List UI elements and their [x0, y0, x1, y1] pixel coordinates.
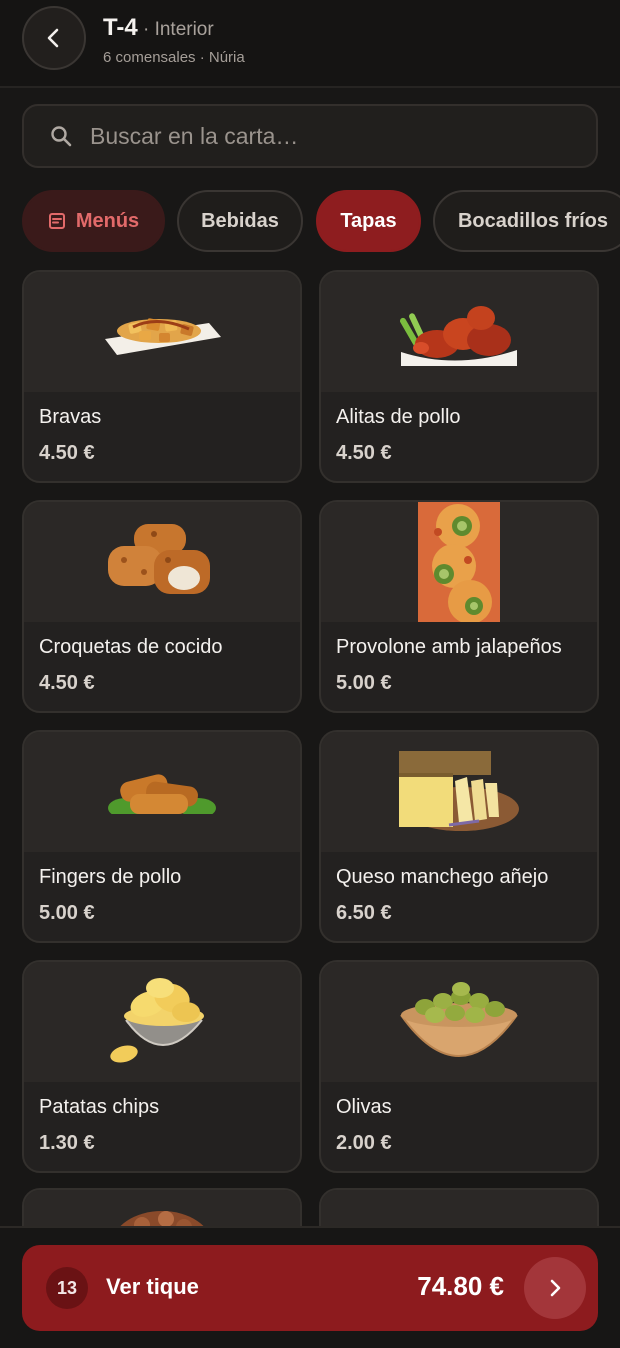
product-card[interactable]: Croquetas de cocido 4.50 € [22, 500, 302, 713]
olives-image [321, 962, 597, 1082]
cheese-image [321, 732, 597, 852]
product-name: Alitas de pollo [336, 406, 461, 428]
product-price: 4.50 € [39, 442, 95, 464]
bravas-image [24, 272, 300, 392]
chevron-right-icon [550, 1279, 561, 1297]
view-ticket-button[interactable]: 13 Ver tique 74.80 € [22, 1245, 598, 1331]
product-card[interactable]: Queso manchego añejo 6.50 € [319, 730, 599, 943]
meat-image [24, 1190, 300, 1226]
product-name: Patatas chips [39, 1096, 160, 1118]
bottom-bar: 13 Ver tique 74.80 € [0, 1226, 620, 1348]
product-price: 5.00 € [39, 902, 95, 924]
product-card[interactable] [319, 1188, 599, 1226]
item-count-badge: 13 [46, 1267, 88, 1309]
product-card[interactable]: Provolone amb jalapeños 5.00 € [319, 500, 599, 713]
product-name: Provolone amb jalapeños [336, 636, 562, 658]
product-price: 2.00 € [336, 1132, 392, 1154]
product-grid: Bravas 4.50 € Alitas de pollo 4.50 € Cro… [0, 0, 620, 1226]
product-card[interactable]: Bravas 4.50 € [22, 270, 302, 483]
chips-image [24, 962, 300, 1082]
view-ticket-label: Ver tique [106, 1274, 199, 1299]
go-to-ticket-button[interactable] [524, 1257, 586, 1319]
product-price: 4.50 € [39, 672, 95, 694]
product-image-placeholder [321, 1190, 597, 1226]
product-name: Fingers de pollo [39, 866, 182, 888]
product-price: 6.50 € [336, 902, 392, 924]
product-name: Bravas [39, 406, 102, 428]
product-price: 1.30 € [39, 1132, 95, 1154]
product-price: 5.00 € [336, 672, 392, 694]
product-card[interactable]: Patatas chips 1.30 € [22, 960, 302, 1173]
product-card[interactable]: Olivas 2.00 € [319, 960, 599, 1173]
product-card[interactable]: Fingers de pollo 5.00 € [22, 730, 302, 943]
chicken-wings-image [321, 272, 597, 392]
product-name: Olivas [336, 1096, 392, 1118]
product-name: Croquetas de cocido [39, 636, 223, 658]
chicken-fingers-image [24, 732, 300, 852]
product-price: 4.50 € [336, 442, 392, 464]
provolone-image [321, 502, 597, 622]
croquetas-image [24, 502, 300, 622]
product-card[interactable]: Alitas de pollo 4.50 € [319, 270, 599, 483]
product-card[interactable] [22, 1188, 302, 1226]
ticket-total: 74.80 € [417, 1271, 504, 1301]
product-name: Queso manchego añejo [336, 866, 549, 888]
